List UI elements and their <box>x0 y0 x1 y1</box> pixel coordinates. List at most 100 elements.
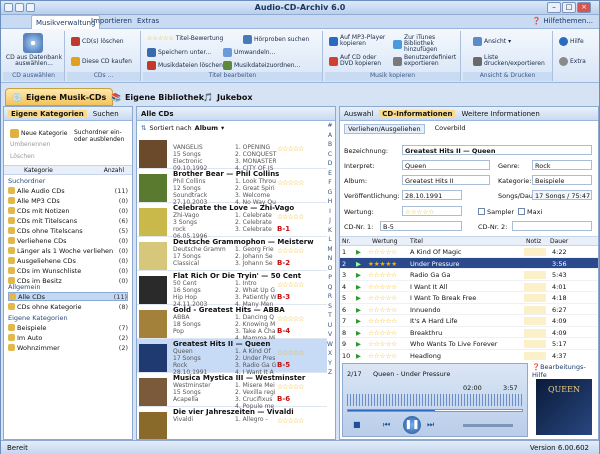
track-row[interactable]: 7 ▶ ☆☆☆☆☆ It's A Hard Life 4:09 <box>340 315 598 327</box>
alphabet-letter[interactable]: R <box>326 292 334 302</box>
alphabet-letter[interactable]: K <box>326 226 334 236</box>
alphabet-letter[interactable]: # <box>326 121 334 131</box>
alphabet-letter[interactable]: M <box>326 245 334 255</box>
convert-button[interactable]: Umwandeln... <box>223 48 275 57</box>
column-dauer[interactable]: Dauer <box>550 238 568 245</box>
alphabet-letter[interactable]: B <box>326 140 334 150</box>
album-field[interactable]: Greatest Hits II <box>402 175 490 185</box>
track-row[interactable]: 3 ▶ ☆☆☆☆☆ Radio Ga Ga 5:43 <box>340 269 598 281</box>
alphabet-letter[interactable]: V <box>326 330 334 340</box>
play-icon[interactable]: ▶ <box>356 294 361 302</box>
track-rating-stars[interactable]: ☆☆☆☆☆ <box>368 283 397 291</box>
category-item[interactable]: Beispiele (7) <box>8 323 128 332</box>
cd-rating-stars[interactable]: ☆☆☆☆☆ <box>277 145 304 153</box>
track-note[interactable] <box>524 282 546 291</box>
track-rating-stars[interactable]: ☆☆☆☆☆ <box>368 340 397 348</box>
track-note[interactable] <box>524 294 546 302</box>
genre-select[interactable]: Rock <box>532 160 592 170</box>
tab-eigene-kategorien[interactable]: Eigene Kategorien <box>8 110 87 118</box>
view-button[interactable]: Ansicht ▾ <box>473 37 511 46</box>
delete-category-button[interactable]: Löschen <box>10 153 35 160</box>
track-note[interactable] <box>524 248 546 256</box>
alphabet-letter[interactable]: O <box>326 264 334 274</box>
track-rating-stars[interactable]: ☆☆☆☆☆ <box>368 317 397 325</box>
cd-select-button[interactable]: CD aus Datenbank auswählen... <box>5 55 63 67</box>
sort-icon[interactable]: ⇅ <box>141 124 146 132</box>
play-icon[interactable]: ▶ <box>356 329 361 337</box>
cd-list-item[interactable]: Deutsche Grammophon — Meisterw Deutsche G… <box>137 237 327 271</box>
tab-cd-informationen[interactable]: CD-Informationen <box>379 110 456 118</box>
category-item[interactable]: CDs mit Titelscans (6) <box>8 216 128 225</box>
category-item[interactable]: Alle Audio CDs (11) <box>8 186 128 195</box>
cd-rating-stars[interactable]: ☆☆☆☆☆ <box>277 417 304 425</box>
volume-slider[interactable] <box>463 424 513 427</box>
alphabet-letter[interactable]: A <box>326 131 334 141</box>
category-item[interactable]: Verliehene CDs (0) <box>8 236 128 245</box>
help-button[interactable]: Hilfe <box>559 37 584 46</box>
track-rating-stars[interactable]: ☆☆☆☆☆ <box>368 352 397 360</box>
toggle-search-folders-button[interactable]: Suchordner ein- oder ausblenden <box>74 129 130 143</box>
previous-button[interactable]: ⏮ <box>383 420 390 430</box>
tab-eigene-bibliothek[interactable]: 📚 Eigene Bibliothek <box>105 88 210 106</box>
track-row[interactable]: 4 ▶ ☆☆☆☆☆ I Want It All 4:01 <box>340 281 598 292</box>
player-progress[interactable] <box>347 409 523 412</box>
veroeffentlichung-field[interactable]: 28.10.1991 <box>402 190 462 200</box>
delete-cd-button[interactable]: CD(s) löschen <box>71 37 124 46</box>
export-button[interactable]: Benutzerdefiniert exportieren <box>393 55 459 67</box>
category-item[interactable]: Im Auto (2) <box>8 333 128 342</box>
cd-list-item[interactable]: Musica Mystica III — Westminster Westmins… <box>137 373 327 410</box>
play-icon[interactable]: ▶ <box>356 248 361 256</box>
alphabet-letter[interactable]: U <box>326 321 334 331</box>
play-icon[interactable]: ▶ <box>356 317 361 325</box>
cd-nr-1-field[interactable]: B-5 <box>380 221 462 231</box>
cd-rating-stars[interactable]: ☆☆☆☆☆ <box>277 247 304 255</box>
alphabet-letter[interactable]: D <box>326 159 334 169</box>
cd-rating-stars[interactable]: ☆☆☆☆☆ <box>277 349 304 357</box>
alphabet-letter[interactable]: X <box>326 349 334 359</box>
category-item[interactable]: Ausgeliehene CDs (0) <box>8 256 128 265</box>
play-icon[interactable]: ▶ <box>356 283 361 291</box>
delete-files-button[interactable]: Musikdateien löschen <box>147 61 223 70</box>
track-note[interactable] <box>524 328 546 337</box>
cd-rating-stars[interactable]: ☆☆☆☆☆ <box>277 281 304 289</box>
track-rating-stars[interactable]: ☆☆☆☆☆ <box>368 329 397 337</box>
tab-auswahl[interactable]: Auswahl <box>344 110 373 118</box>
track-rating-stars[interactable]: ☆☆☆☆☆ <box>368 271 397 279</box>
category-item[interactable]: CDs ohne Kategorie (8) <box>8 302 128 311</box>
alphabet-letter[interactable]: N <box>326 254 334 264</box>
alphabet-letter[interactable]: L <box>326 235 334 245</box>
cd-rating-stars[interactable]: ☆☆☆☆☆ <box>277 383 304 391</box>
track-rating-stars[interactable]: ☆☆☆☆☆ <box>368 294 397 302</box>
track-row[interactable]: 2 ▶ ★★★★★ Under Pressure 3:56 <box>340 257 598 269</box>
column-kategorie[interactable]: Kategorie <box>24 167 53 174</box>
burn-cd-button[interactable]: Auf CD oder DVD kopieren <box>329 55 391 67</box>
track-row[interactable]: 10 ▶ ☆☆☆☆☆ Headlong 4:37 <box>340 350 598 361</box>
stop-button[interactable]: ■ <box>353 420 361 429</box>
alphabet-letter[interactable]: J <box>326 216 334 226</box>
alphabet-letter[interactable]: P <box>326 273 334 283</box>
cd-list-item[interactable]: Flat Rich Or Die Tryin' — 50 Cent 50 Cent… <box>137 271 327 308</box>
sort-field-select[interactable]: Album <box>195 124 218 132</box>
play-icon[interactable]: ▶ <box>356 260 361 268</box>
category-item[interactable]: Alle MP3 CDs (0) <box>8 196 128 205</box>
close-button[interactable]: × <box>577 2 591 13</box>
category-item[interactable]: Länger als 1 Woche verliehen (0) <box>8 246 128 255</box>
alphabet-letter[interactable]: Y <box>326 359 334 369</box>
track-note[interactable] <box>524 340 546 348</box>
track-row[interactable]: 9 ▶ ☆☆☆☆☆ Who Wants To Live Forever 5:17 <box>340 338 598 350</box>
cd-rating-stars[interactable]: ☆☆☆☆☆ <box>277 213 304 221</box>
play-icon[interactable]: ▶ <box>356 352 361 360</box>
itunes-button[interactable]: Zur iTunes Bibliothek hinzufügen <box>393 35 459 53</box>
wertung-stars[interactable]: ☆☆☆☆☆ <box>402 206 462 216</box>
samples-button[interactable]: Hörproben suchen <box>243 35 309 44</box>
column-notiz[interactable]: Notiz <box>526 238 541 245</box>
play-icon[interactable]: ▶ <box>356 306 361 314</box>
new-category-button[interactable]: Neue Kategorie <box>10 129 67 138</box>
track-note[interactable] <box>524 260 546 268</box>
next-button[interactable]: ⏭ <box>427 420 434 430</box>
tab-coverbild[interactable]: Coverbild <box>435 124 466 134</box>
category-item[interactable]: CDs mit Notizen (0) <box>8 206 128 215</box>
menu-importieren[interactable]: Importieren <box>91 17 132 25</box>
column-titel[interactable]: Titel <box>410 238 423 245</box>
alphabet-letter[interactable]: T <box>326 311 334 321</box>
